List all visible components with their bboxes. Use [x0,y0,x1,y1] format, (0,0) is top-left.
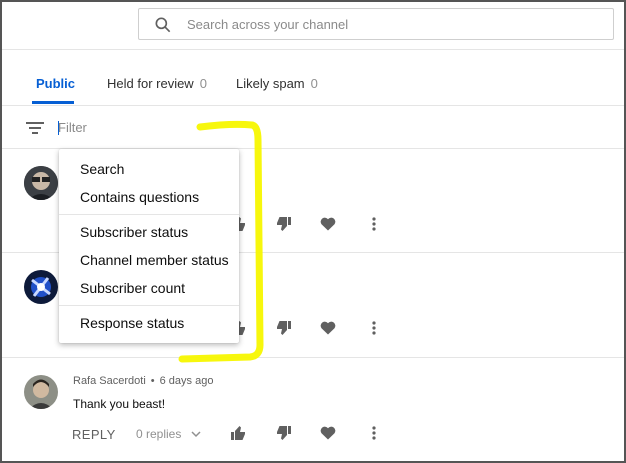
tab-count: 0 [199,76,207,91]
more-options-icon[interactable] [366,425,382,441]
menu-divider [59,305,239,306]
menu-item-channel-member-status[interactable]: Channel member status [59,246,239,274]
tab-label: Held for review [107,76,194,91]
active-tab-indicator [32,101,74,104]
chevron-down-icon [191,431,201,438]
filter-icon[interactable] [26,119,44,137]
dislike-icon[interactable] [276,216,292,232]
tab-label: Likely spam [236,76,305,91]
heart-icon[interactable] [320,425,336,441]
tab-public[interactable]: Public [36,76,75,104]
avatar[interactable] [24,375,58,409]
avatar-image [24,166,58,200]
comment-text: Thank you beast! [73,397,166,411]
menu-item-search[interactable]: Search [59,155,239,183]
comment-meta: Rafa Sacerdoti • 6 days ago [73,375,213,387]
tab-held-for-review[interactable]: Held for review 0 [107,76,207,104]
search-icon[interactable] [153,15,173,35]
dislike-icon[interactable] [276,425,292,441]
comment-time[interactable]: 6 days ago [160,375,214,387]
more-options-icon[interactable] [366,320,382,336]
replies-toggle[interactable]: 0 replies [136,427,201,441]
menu-item-contains-questions[interactable]: Contains questions [59,183,239,211]
filter-dropdown-menu: Search Contains questions Subscriber sta… [59,149,239,343]
comment-actions: REPLY 0 replies [72,425,392,445]
avatar[interactable] [24,270,58,304]
menu-item-subscriber-count[interactable]: Subscriber count [59,274,239,302]
row-divider [2,357,624,358]
more-options-icon[interactable] [366,216,382,232]
top-header [2,2,624,50]
menu-item-subscriber-status[interactable]: Subscriber status [59,218,239,246]
tab-label: Public [36,76,76,91]
meta-separator: • [150,375,155,387]
heart-icon[interactable] [320,320,336,336]
heart-icon[interactable] [320,216,336,232]
replies-count: 0 replies [136,427,182,441]
tab-count: 0 [310,76,318,91]
dislike-icon[interactable] [276,320,292,336]
avatar-image [24,270,58,304]
menu-divider [59,214,239,215]
menu-item-response-status[interactable]: Response status [59,309,239,337]
filter-bar [2,107,624,149]
reply-button[interactable]: REPLY [72,427,116,442]
avatar-image [24,375,58,409]
comment-author[interactable]: Rafa Sacerdoti [73,375,146,387]
channel-search-box[interactable] [138,8,614,40]
like-icon[interactable] [230,425,246,441]
search-input[interactable] [187,9,597,39]
text-caret [58,121,59,135]
tab-likely-spam[interactable]: Likely spam 0 [236,76,318,104]
filter-input[interactable] [58,115,258,139]
comment-tabs: Public Held for review 0 Likely spam 0 [2,50,624,106]
avatar[interactable] [24,166,58,200]
